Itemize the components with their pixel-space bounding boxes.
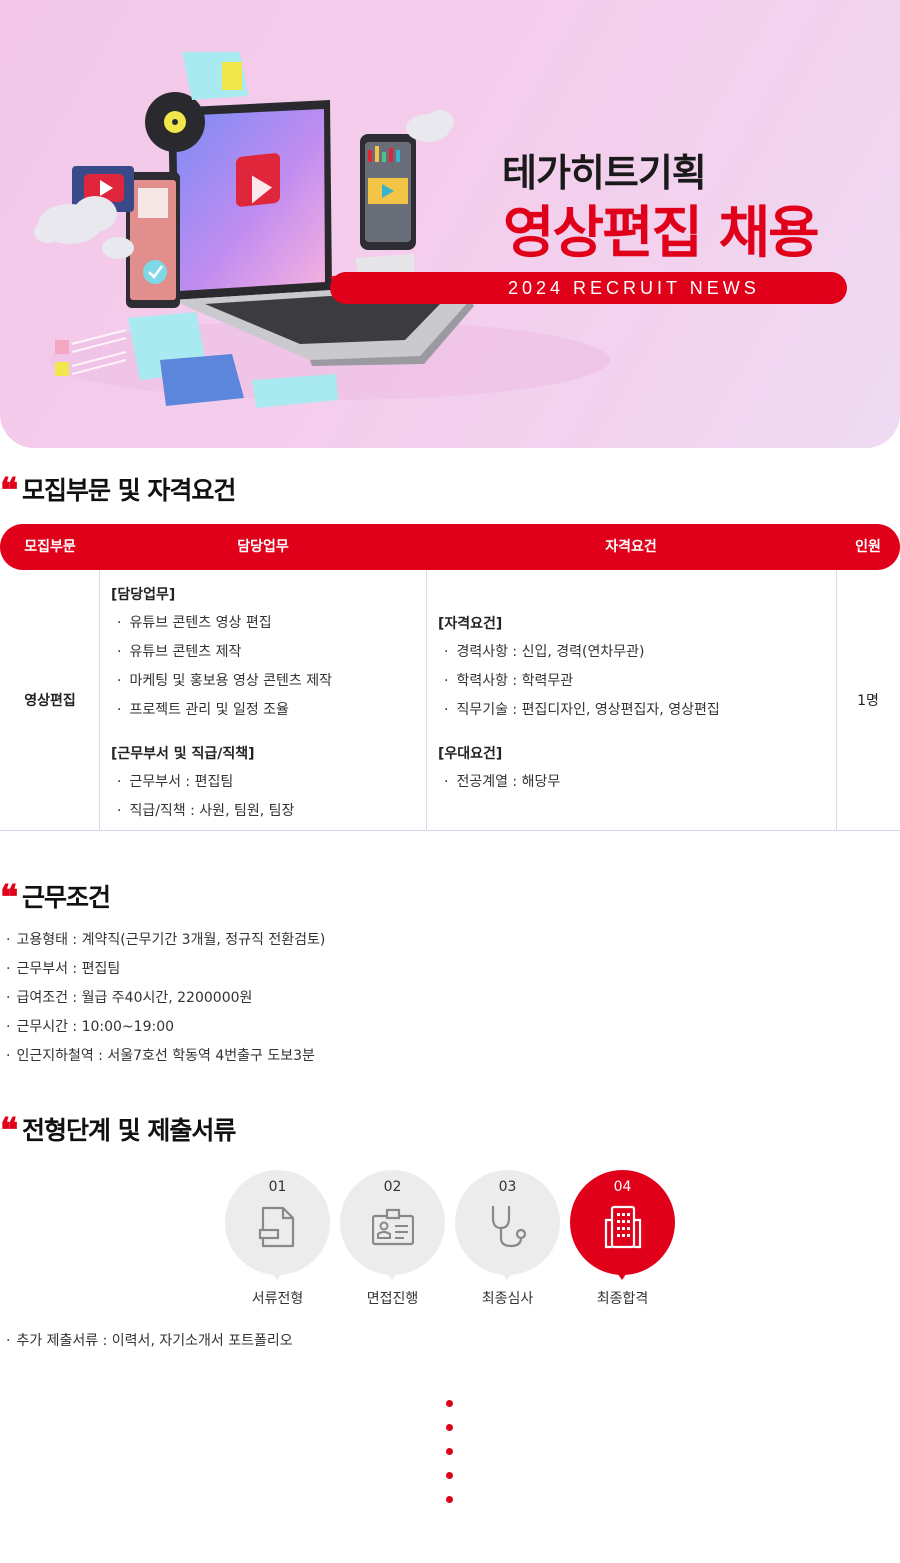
step-4: 04 최종합격: [570, 1170, 675, 1310]
quote-icon: ❝: [0, 1111, 19, 1151]
step-1: 01 서류전형: [225, 1170, 330, 1310]
section-title-conditions: ❝ 근무조건: [0, 878, 111, 918]
column-divider: [426, 570, 427, 831]
dot: [446, 1496, 453, 1503]
table-row: 영상편집 [담당업무] 유튜브 콘텐츠 영상 편집 유튜브 콘텐츠 제작 마케팅…: [0, 570, 900, 831]
list-item: 고용형태 : 계약직(근무기간 3개월, 정규직 전환검토): [0, 926, 880, 955]
table-header: 모집부문 담당업무 자격요건 인원: [0, 524, 900, 570]
document-icon: [258, 1206, 295, 1248]
quote-icon: ❝: [0, 878, 19, 918]
list-item: 전공계열 : 해당무: [438, 768, 720, 797]
hero-banner: 테가히트기획 영상편집 채용 2024 RECRUIT NEWS: [0, 0, 900, 448]
list-item: 근무부서 : 편집팀: [0, 955, 880, 984]
list-item: 직급/직책 : 사원, 팀원, 팀장: [111, 797, 332, 826]
list-item: 급여조건 : 월급 주40시간, 2200000원: [0, 984, 880, 1013]
list-item: 직무기술 : 편집디자인, 영상편집자, 영상편집: [438, 696, 719, 725]
step-label: 최종심사: [481, 1291, 534, 1307]
building-icon: [604, 1205, 642, 1249]
extra-documents: 추가 제출서류 : 이력서, 자기소개서 포트폴리오: [0, 1327, 292, 1356]
headcount-cell: 1명: [857, 693, 879, 709]
list-item: 학력사항 : 학력무관: [438, 667, 720, 696]
step-2: 02 면접진행: [340, 1170, 445, 1310]
section-title-process: ❝ 전형단계 및 제출서류: [0, 1111, 236, 1151]
id-card-icon: [372, 1208, 414, 1246]
list-item: 근무부서 : 편집팀: [111, 768, 332, 797]
header-qualifications: 자격요건: [605, 539, 657, 555]
step-number: 01: [268, 1179, 287, 1195]
dept-title: [근무부서 및 직급/직책]: [111, 746, 255, 762]
hero-headline: 영상편집 채용: [503, 201, 820, 266]
position-cell: 영상편집: [24, 693, 76, 709]
list-item: 유튜브 콘텐츠 영상 편집: [111, 609, 332, 638]
list-item: 유튜브 콘텐츠 제작: [111, 638, 332, 667]
list-item: 근무시간 : 10:00~19:00: [0, 1013, 880, 1042]
dot: [446, 1448, 453, 1455]
header-duties: 담당업무: [237, 539, 289, 555]
dot: [446, 1472, 453, 1479]
news-bar-text: 2024 RECRUIT NEWS: [508, 278, 760, 298]
process-steps: 01 서류전형 02 면접진행 03 최종심사 04 최종합격: [225, 1170, 685, 1310]
list-item: 경력사항 : 신입, 경력(연차무관): [438, 638, 720, 667]
list-item: 마케팅 및 홍보용 영상 콘텐츠 제작: [111, 667, 332, 696]
dot: [446, 1400, 453, 1407]
step-label: 서류전형: [251, 1291, 304, 1307]
dot: [446, 1424, 453, 1431]
header-position: 모집부문: [24, 539, 76, 555]
qualifications-cell: [자격요건] 경력사항 : 신입, 경력(연차무관) 학력사항 : 학력무관 직…: [438, 613, 720, 797]
list-item: 프로젝트 관리 및 일정 조율: [111, 696, 332, 725]
duties-cell: [담당업무] 유튜브 콘텐츠 영상 편집 유튜브 콘텐츠 제작 마케팅 및 홍보…: [111, 584, 332, 826]
step-number: 02: [383, 1179, 402, 1195]
section-title-recruit: ❝ 모집부문 및 자격요건: [0, 471, 236, 511]
step-number: 03: [498, 1179, 517, 1195]
header-headcount: 인원: [855, 539, 881, 555]
step-number: 04: [613, 1179, 632, 1195]
list-item: 인근지하철역 : 서울7호선 학동역 4번출구 도보3분: [0, 1042, 880, 1071]
preferred-title: [우대요건]: [438, 746, 503, 762]
quote-icon: ❝: [0, 471, 19, 511]
stethoscope-icon: [491, 1206, 527, 1248]
qualifications-title: [자격요건]: [438, 616, 503, 632]
step-label: 면접진행: [366, 1291, 419, 1307]
conditions-list: 고용형태 : 계약직(근무기간 3개월, 정규직 전환검토) 근무부서 : 편집…: [0, 926, 880, 1071]
duties-title: [담당업무]: [111, 587, 176, 603]
more-indicator: [446, 1400, 454, 1520]
step-3: 03 최종심사: [455, 1170, 560, 1310]
step-label: 최종합격: [596, 1291, 649, 1307]
